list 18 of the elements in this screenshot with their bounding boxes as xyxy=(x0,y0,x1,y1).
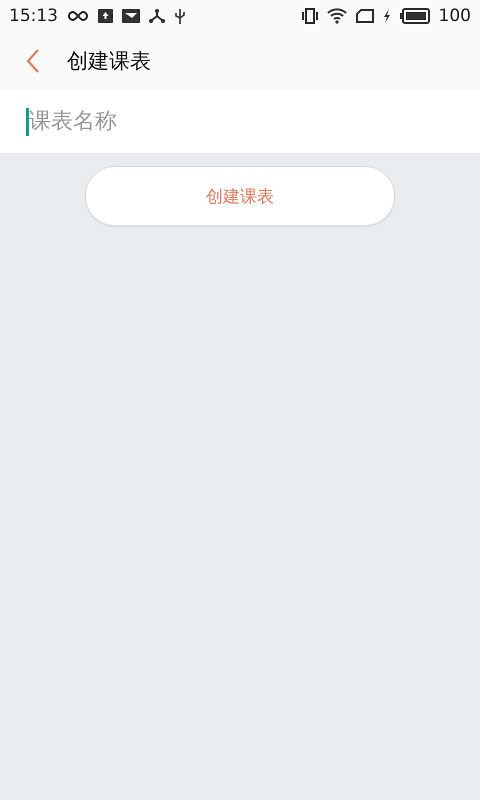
course-name-field[interactable]: 课表名称 xyxy=(29,109,480,134)
back-icon[interactable] xyxy=(26,49,40,73)
course-name-field[interactable]: 课表名称 xyxy=(0,90,480,153)
upload-icon xyxy=(98,9,113,23)
share-icon xyxy=(149,9,165,23)
sim-card-icon xyxy=(356,9,374,23)
battery-level: 100 xyxy=(438,6,471,26)
usb-icon xyxy=(174,8,186,24)
battery-icon xyxy=(400,8,430,24)
wifi-icon xyxy=(326,8,347,24)
text-cursor xyxy=(26,108,29,136)
infinity-icon xyxy=(67,10,89,22)
status-time: 15:13 xyxy=(9,6,58,26)
create-button[interactable]: 创建课表 xyxy=(85,166,395,226)
image-icon xyxy=(122,9,140,23)
charging-icon xyxy=(382,9,391,23)
vibrate-icon xyxy=(302,8,318,24)
page-title: 创建课表 xyxy=(67,48,151,75)
